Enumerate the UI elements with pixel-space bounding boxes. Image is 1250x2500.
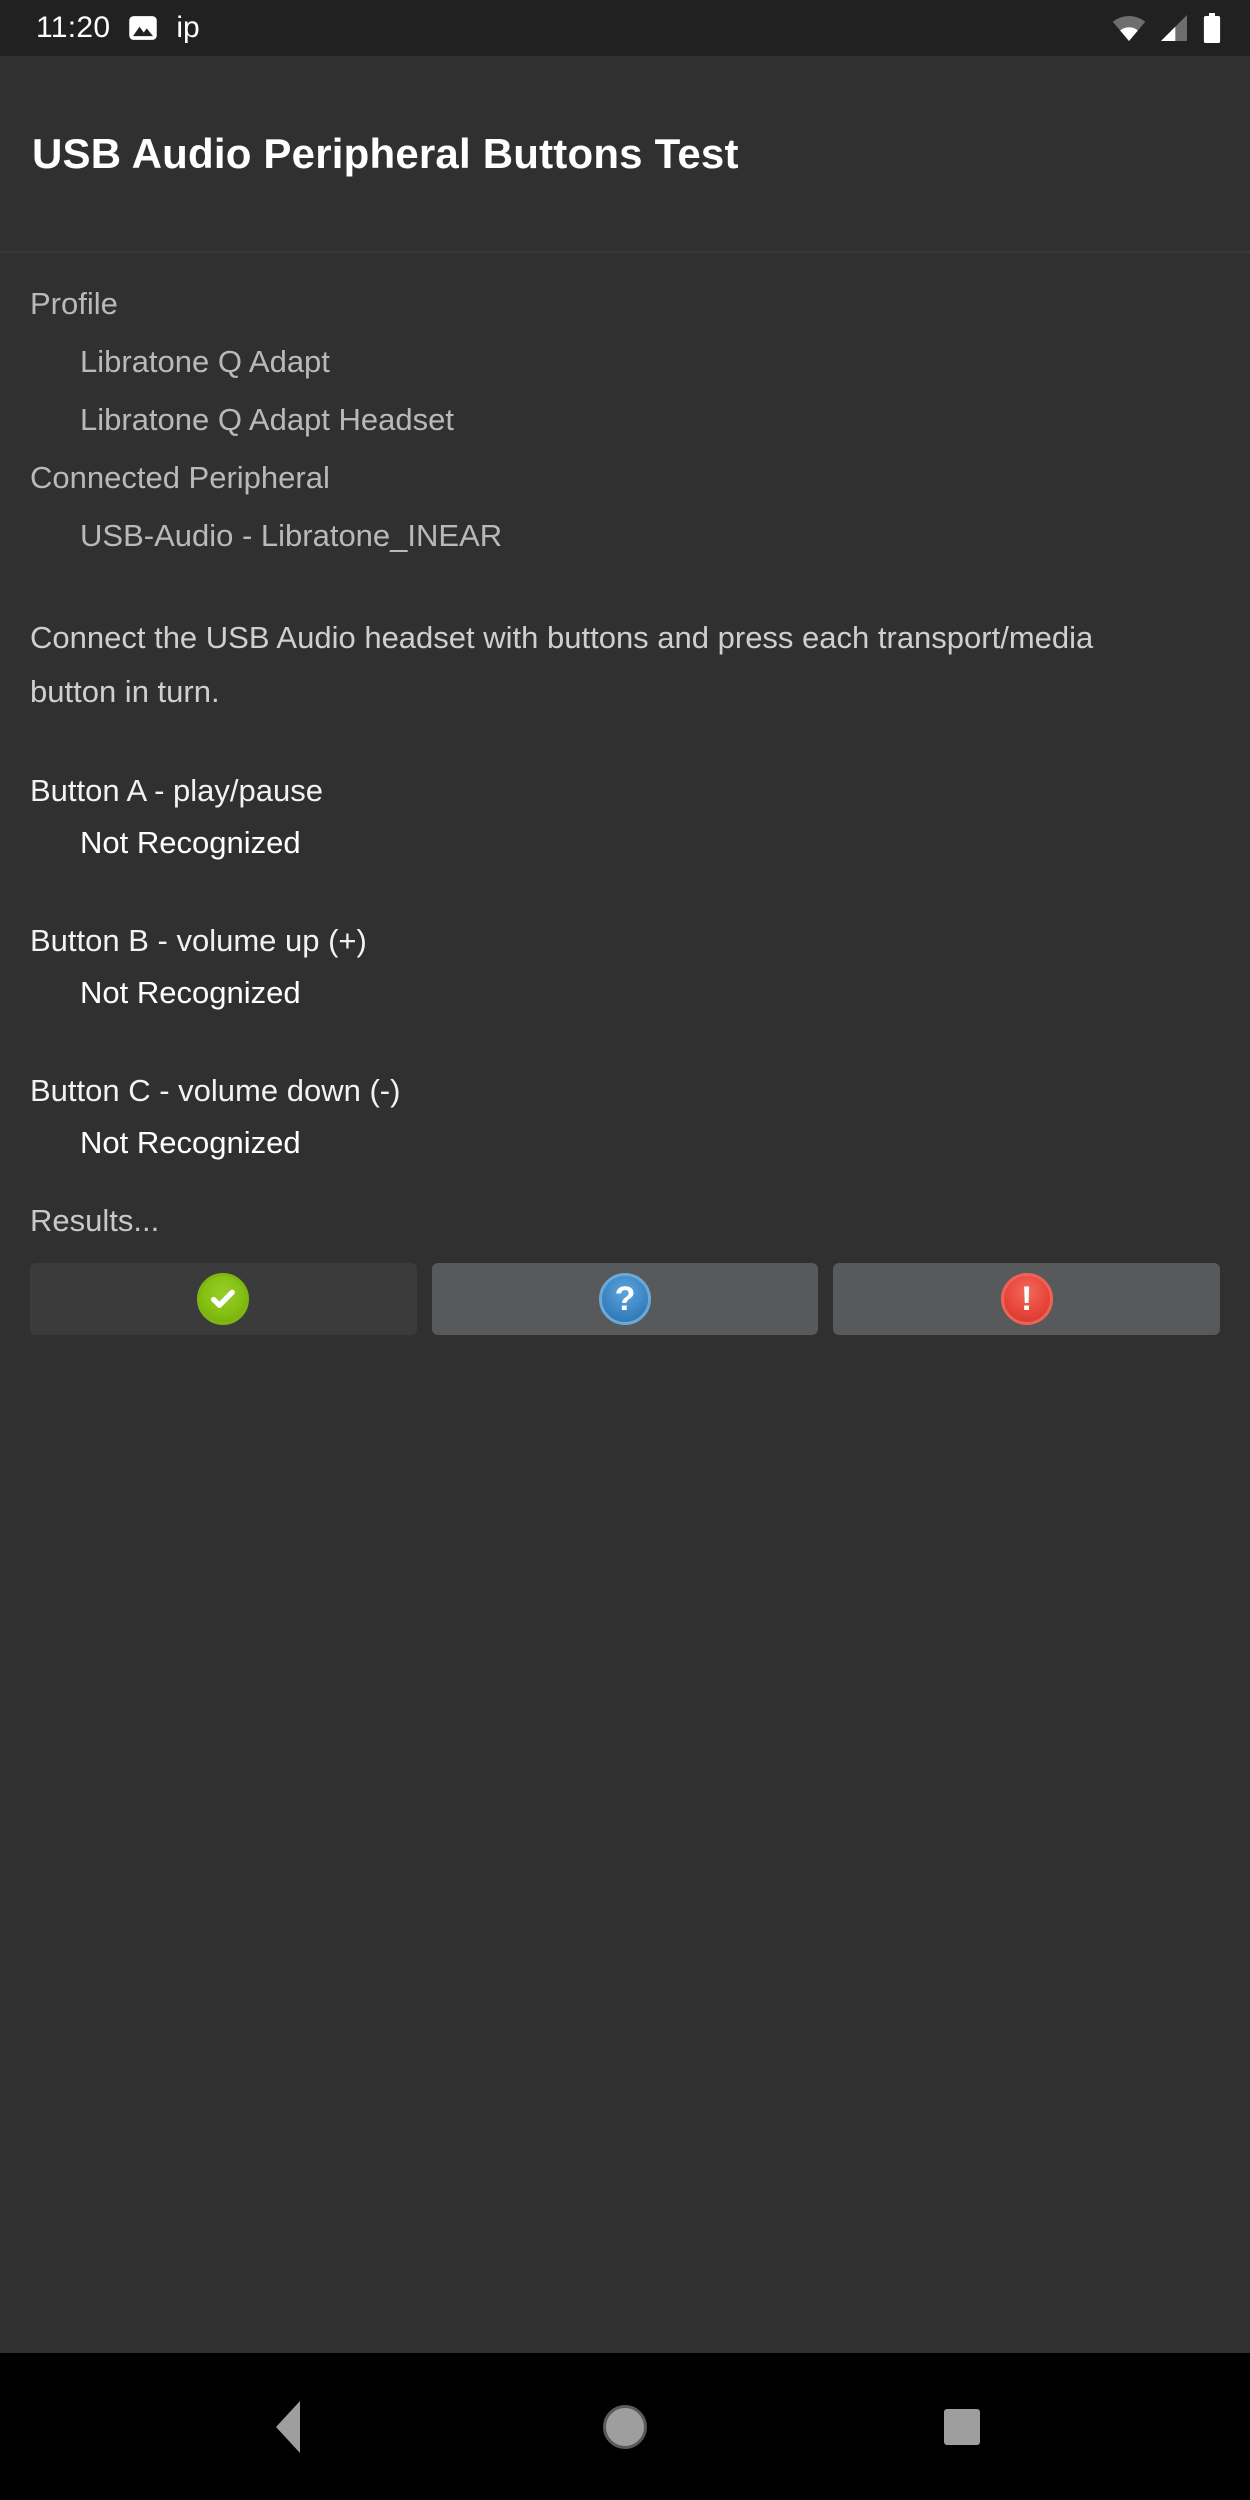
pass-button[interactable]	[30, 1263, 417, 1335]
back-triangle-icon	[276, 2400, 301, 2453]
status-notification-text: ip	[176, 11, 200, 44]
status-bar: 11:20 ip	[0, 0, 1250, 56]
question-glyph: ?	[614, 1280, 636, 1318]
status-bar-right	[1112, 13, 1222, 43]
button-a-label: Button A - play/pause	[30, 773, 323, 808]
result-button-row: ? !	[30, 1263, 1221, 1335]
profile-value-0: Libratone Q Adapt	[80, 344, 330, 379]
nav-home-button[interactable]	[565, 2353, 685, 2500]
button-a-block: Button A - play/pause Not Recognized	[30, 765, 1220, 869]
android-navigation-bar	[0, 2353, 1250, 2500]
nav-recents-button[interactable]	[902, 2353, 1022, 2500]
home-circle-icon	[602, 2404, 647, 2449]
profile-header: Profile	[30, 286, 118, 321]
status-bar-left: 11:20 ip	[36, 13, 1112, 43]
recents-square-icon	[943, 2408, 980, 2445]
nav-back-button[interactable]	[228, 2353, 348, 2500]
status-clock: 11:20	[36, 11, 111, 44]
button-c-block: Button C - volume down (-) Not Recognize…	[30, 1065, 1220, 1169]
connected-peripheral-header: Connected Peripheral	[30, 460, 330, 495]
app-title-bar: USB Audio Peripheral Buttons Test	[0, 56, 1250, 253]
main-content: Profile Libratone Q Adapt Libratone Q Ad…	[0, 253, 1250, 2353]
question-circle-icon: ?	[599, 1273, 651, 1325]
wifi-icon	[1112, 15, 1146, 41]
instructions-text: Connect the USB Audio headset with butto…	[30, 620, 1094, 709]
profile-value-1: Libratone Q Adapt Headset	[80, 402, 454, 437]
results-label: Results...	[30, 1203, 160, 1238]
button-b-label: Button B - volume up (+)	[30, 923, 367, 958]
button-b-status: Not Recognized	[80, 975, 301, 1010]
exclamation-glyph: !	[1021, 1280, 1033, 1318]
exclamation-circle-icon: !	[1000, 1273, 1053, 1325]
fail-button[interactable]: !	[833, 1263, 1221, 1335]
button-a-status: Not Recognized	[80, 825, 301, 860]
photo-icon	[128, 13, 158, 43]
page-title: USB Audio Peripheral Buttons Test	[32, 129, 739, 177]
button-c-label: Button C - volume down (-)	[30, 1073, 401, 1108]
battery-icon	[1202, 13, 1222, 43]
android-screen: 11:20 ip USB Audio Peripheral Buttons Te…	[0, 0, 1250, 2500]
button-b-block: Button B - volume up (+) Not Recognized	[30, 915, 1220, 1019]
cell-signal-icon	[1158, 15, 1190, 41]
check-circle-icon	[197, 1273, 250, 1325]
info-button[interactable]: ?	[431, 1263, 819, 1335]
button-c-status: Not Recognized	[80, 1125, 301, 1160]
connected-peripheral-value: USB-Audio - Libratone_INEAR	[80, 518, 503, 553]
